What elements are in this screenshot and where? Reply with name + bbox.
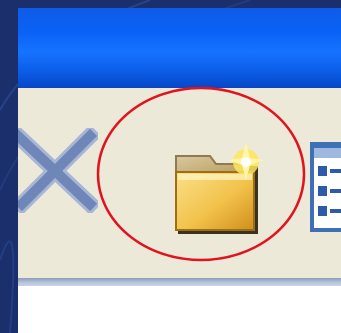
title-bar[interactable] <box>18 8 341 88</box>
new-folder-icon <box>175 142 264 234</box>
delete-x-icon <box>18 124 102 216</box>
views-icon <box>310 142 341 232</box>
views-button[interactable] <box>310 136 341 236</box>
delete-button[interactable] <box>18 124 102 216</box>
toolbar-bottom-border <box>18 278 341 286</box>
new-folder-button[interactable] <box>152 140 268 236</box>
slide-stage <box>0 0 341 333</box>
content-area[interactable] <box>18 286 341 333</box>
explorer-window-zoom <box>18 8 341 333</box>
